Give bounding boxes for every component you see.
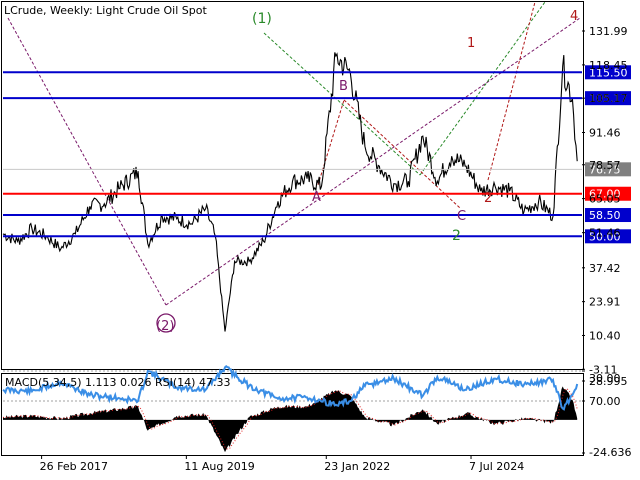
horizontal-levels: 115.50105.1767.0058.5050.0076.75 bbox=[3, 65, 631, 244]
price-tick-label: 65.05 bbox=[589, 193, 621, 206]
price-tick-label: 131.99 bbox=[589, 25, 628, 38]
wave-label-2-red: 2 bbox=[484, 191, 492, 206]
price-tick-label: 105.17 bbox=[589, 92, 628, 105]
wave-label-b: B bbox=[339, 79, 348, 94]
trend-channel-line bbox=[165, 17, 581, 306]
level-price-tag-label: 58.50 bbox=[589, 209, 621, 222]
wave-green-line-down bbox=[263, 32, 421, 176]
wave-red-line-a-b bbox=[317, 99, 345, 186]
wave-line-into-2 bbox=[7, 17, 167, 306]
wave-label-4-red: 4 bbox=[570, 9, 578, 24]
wave-label-a: A bbox=[312, 190, 321, 205]
price-tick-label: 78.57 bbox=[589, 159, 621, 172]
macd-histogram bbox=[3, 386, 578, 453]
chart-title: LCrude, Weekly: Light Crude Oil Spot bbox=[4, 4, 207, 17]
price-tick-label: 23.91 bbox=[589, 296, 621, 309]
price-tick-label: 118.45 bbox=[589, 59, 628, 72]
chart-canvas: 115.50105.1767.0058.5050.0076.75 131.99 1… bbox=[1, 1, 631, 473]
indicator-tick-label: 70.00 bbox=[589, 395, 621, 408]
time-tick-label: 7 Jul 2024 bbox=[469, 460, 524, 473]
price-tick-label: 37.42 bbox=[589, 262, 621, 275]
time-tick-label: 23 Jan 2022 bbox=[324, 460, 390, 473]
wave-annotations bbox=[7, 1, 581, 306]
wave-red-projection bbox=[487, 1, 536, 181]
wave-label-1-red: 1 bbox=[467, 36, 475, 51]
indicator-caption: MACD(5,34,5) 1.113 0.026 RSI(14) 47.33 bbox=[5, 376, 230, 389]
wave-label-c: C bbox=[457, 209, 466, 224]
time-tick-label: 11 Aug 2019 bbox=[184, 460, 254, 473]
wave-red-line-b-c bbox=[343, 99, 461, 209]
price-tick-label: 91.46 bbox=[589, 126, 621, 139]
price-panel-frame bbox=[1, 1, 584, 370]
wave-label-1-major: (1) bbox=[252, 11, 272, 27]
price-tick-label: 51.46 bbox=[589, 227, 621, 240]
indicator-tick-label: 30.00 bbox=[589, 372, 621, 385]
time-axis: 26 Feb 2017 11 Aug 2019 23 Jan 2022 7 Jul 2… bbox=[40, 455, 524, 473]
wave-green-line-up bbox=[419, 1, 546, 176]
indicator-axis: 28.99570.0030.00-24.636 bbox=[582, 370, 631, 459]
time-tick-label: 26 Feb 2017 bbox=[40, 460, 108, 473]
price-tick-label: 10.40 bbox=[589, 329, 621, 342]
indicator-tick-label: -24.636 bbox=[589, 446, 631, 459]
wave-label-2-green: 2 bbox=[452, 228, 461, 244]
